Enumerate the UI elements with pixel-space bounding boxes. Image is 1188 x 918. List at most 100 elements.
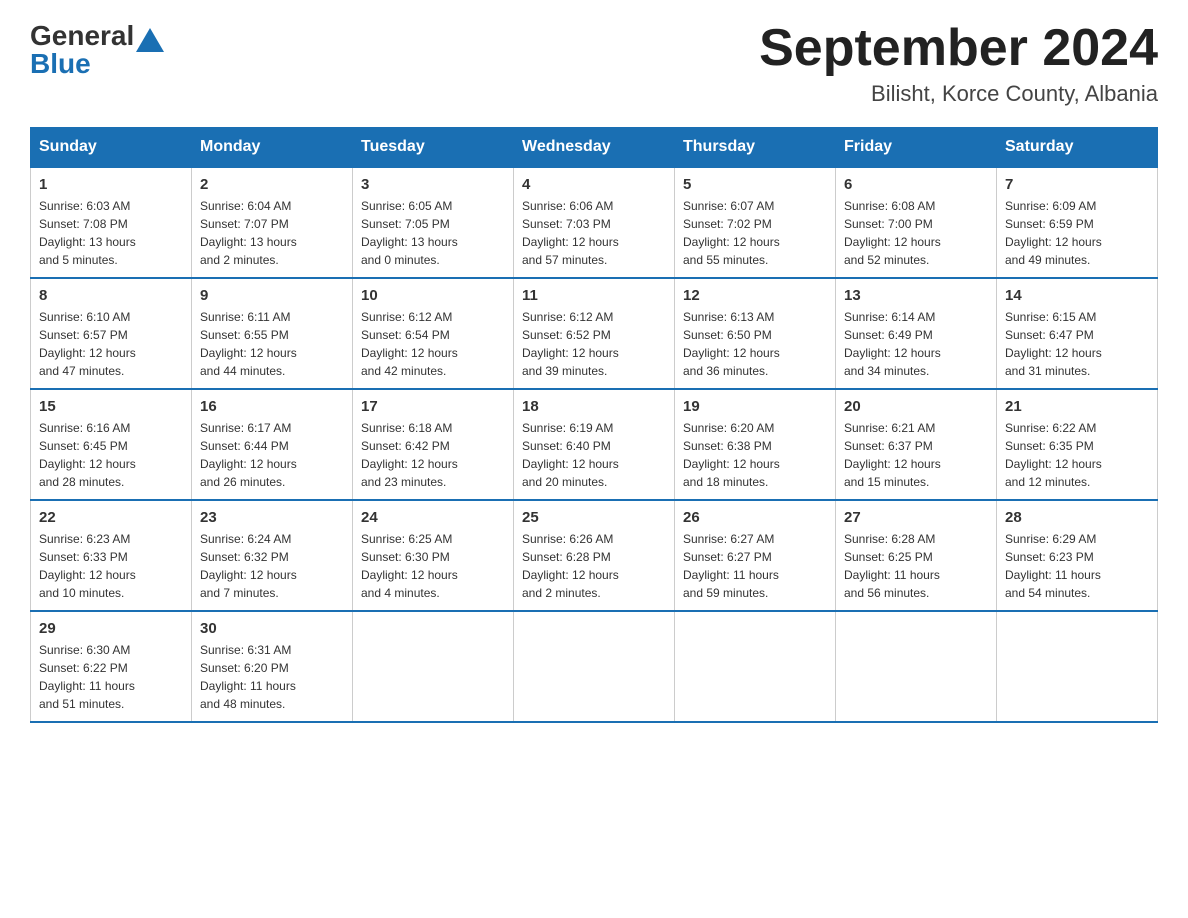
day-info: Sunrise: 6:18 AMSunset: 6:42 PMDaylight:… bbox=[361, 421, 458, 489]
day-number: 23 bbox=[200, 509, 344, 526]
day-info: Sunrise: 6:23 AMSunset: 6:33 PMDaylight:… bbox=[39, 532, 136, 600]
day-number: 2 bbox=[200, 176, 344, 193]
day-info: Sunrise: 6:06 AMSunset: 7:03 PMDaylight:… bbox=[522, 199, 619, 267]
calendar-header-row: SundayMondayTuesdayWednesdayThursdayFrid… bbox=[31, 128, 1158, 168]
day-number: 15 bbox=[39, 398, 183, 415]
day-number: 30 bbox=[200, 620, 344, 637]
calendar-day-cell: 27 Sunrise: 6:28 AMSunset: 6:25 PMDaylig… bbox=[836, 500, 997, 611]
calendar-day-cell: 22 Sunrise: 6:23 AMSunset: 6:33 PMDaylig… bbox=[31, 500, 192, 611]
calendar-day-cell: 11 Sunrise: 6:12 AMSunset: 6:52 PMDaylig… bbox=[514, 278, 675, 389]
calendar-day-cell: 17 Sunrise: 6:18 AMSunset: 6:42 PMDaylig… bbox=[353, 389, 514, 500]
calendar-day-cell: 2 Sunrise: 6:04 AMSunset: 7:07 PMDayligh… bbox=[192, 167, 353, 278]
day-info: Sunrise: 6:20 AMSunset: 6:38 PMDaylight:… bbox=[683, 421, 780, 489]
calendar-day-cell: 18 Sunrise: 6:19 AMSunset: 6:40 PMDaylig… bbox=[514, 389, 675, 500]
day-number: 16 bbox=[200, 398, 344, 415]
day-number: 21 bbox=[1005, 398, 1149, 415]
day-number: 11 bbox=[522, 287, 666, 304]
day-number: 6 bbox=[844, 176, 988, 193]
day-info: Sunrise: 6:25 AMSunset: 6:30 PMDaylight:… bbox=[361, 532, 458, 600]
day-number: 18 bbox=[522, 398, 666, 415]
calendar-week-row: 1 Sunrise: 6:03 AMSunset: 7:08 PMDayligh… bbox=[31, 167, 1158, 278]
day-info: Sunrise: 6:12 AMSunset: 6:52 PMDaylight:… bbox=[522, 310, 619, 378]
calendar-col-header: Monday bbox=[192, 128, 353, 168]
day-number: 4 bbox=[522, 176, 666, 193]
calendar-day-cell: 5 Sunrise: 6:07 AMSunset: 7:02 PMDayligh… bbox=[675, 167, 836, 278]
day-number: 26 bbox=[683, 509, 827, 526]
day-info: Sunrise: 6:30 AMSunset: 6:22 PMDaylight:… bbox=[39, 643, 135, 711]
day-number: 27 bbox=[844, 509, 988, 526]
day-info: Sunrise: 6:21 AMSunset: 6:37 PMDaylight:… bbox=[844, 421, 941, 489]
calendar-day-cell: 16 Sunrise: 6:17 AMSunset: 6:44 PMDaylig… bbox=[192, 389, 353, 500]
logo-triangle-icon bbox=[136, 28, 164, 52]
day-number: 14 bbox=[1005, 287, 1149, 304]
calendar-day-cell: 29 Sunrise: 6:30 AMSunset: 6:22 PMDaylig… bbox=[31, 611, 192, 722]
calendar-day-cell: 30 Sunrise: 6:31 AMSunset: 6:20 PMDaylig… bbox=[192, 611, 353, 722]
calendar-table: SundayMondayTuesdayWednesdayThursdayFrid… bbox=[30, 127, 1158, 723]
calendar-day-cell: 19 Sunrise: 6:20 AMSunset: 6:38 PMDaylig… bbox=[675, 389, 836, 500]
calendar-title: September 2024 bbox=[759, 20, 1158, 77]
day-info: Sunrise: 6:03 AMSunset: 7:08 PMDaylight:… bbox=[39, 199, 136, 267]
calendar-col-header: Sunday bbox=[31, 128, 192, 168]
calendar-day-cell: 9 Sunrise: 6:11 AMSunset: 6:55 PMDayligh… bbox=[192, 278, 353, 389]
logo-blue-text: Blue bbox=[30, 48, 91, 80]
day-number: 22 bbox=[39, 509, 183, 526]
calendar-day-cell: 6 Sunrise: 6:08 AMSunset: 7:00 PMDayligh… bbox=[836, 167, 997, 278]
calendar-day-cell bbox=[836, 611, 997, 722]
calendar-week-row: 8 Sunrise: 6:10 AMSunset: 6:57 PMDayligh… bbox=[31, 278, 1158, 389]
calendar-day-cell: 3 Sunrise: 6:05 AMSunset: 7:05 PMDayligh… bbox=[353, 167, 514, 278]
day-info: Sunrise: 6:27 AMSunset: 6:27 PMDaylight:… bbox=[683, 532, 779, 600]
calendar-col-header: Tuesday bbox=[353, 128, 514, 168]
day-info: Sunrise: 6:05 AMSunset: 7:05 PMDaylight:… bbox=[361, 199, 458, 267]
calendar-col-header: Wednesday bbox=[514, 128, 675, 168]
day-info: Sunrise: 6:13 AMSunset: 6:50 PMDaylight:… bbox=[683, 310, 780, 378]
calendar-day-cell bbox=[514, 611, 675, 722]
calendar-day-cell: 7 Sunrise: 6:09 AMSunset: 6:59 PMDayligh… bbox=[997, 167, 1158, 278]
calendar-week-row: 29 Sunrise: 6:30 AMSunset: 6:22 PMDaylig… bbox=[31, 611, 1158, 722]
day-info: Sunrise: 6:31 AMSunset: 6:20 PMDaylight:… bbox=[200, 643, 296, 711]
day-info: Sunrise: 6:12 AMSunset: 6:54 PMDaylight:… bbox=[361, 310, 458, 378]
calendar-day-cell: 20 Sunrise: 6:21 AMSunset: 6:37 PMDaylig… bbox=[836, 389, 997, 500]
calendar-day-cell: 26 Sunrise: 6:27 AMSunset: 6:27 PMDaylig… bbox=[675, 500, 836, 611]
calendar-day-cell: 10 Sunrise: 6:12 AMSunset: 6:54 PMDaylig… bbox=[353, 278, 514, 389]
logo: General Blue bbox=[30, 20, 166, 80]
calendar-day-cell: 25 Sunrise: 6:26 AMSunset: 6:28 PMDaylig… bbox=[514, 500, 675, 611]
calendar-day-cell bbox=[997, 611, 1158, 722]
calendar-col-header: Saturday bbox=[997, 128, 1158, 168]
calendar-day-cell bbox=[353, 611, 514, 722]
calendar-col-header: Thursday bbox=[675, 128, 836, 168]
day-info: Sunrise: 6:19 AMSunset: 6:40 PMDaylight:… bbox=[522, 421, 619, 489]
day-info: Sunrise: 6:16 AMSunset: 6:45 PMDaylight:… bbox=[39, 421, 136, 489]
calendar-week-row: 15 Sunrise: 6:16 AMSunset: 6:45 PMDaylig… bbox=[31, 389, 1158, 500]
day-number: 1 bbox=[39, 176, 183, 193]
day-number: 12 bbox=[683, 287, 827, 304]
calendar-week-row: 22 Sunrise: 6:23 AMSunset: 6:33 PMDaylig… bbox=[31, 500, 1158, 611]
calendar-day-cell: 21 Sunrise: 6:22 AMSunset: 6:35 PMDaylig… bbox=[997, 389, 1158, 500]
day-info: Sunrise: 6:15 AMSunset: 6:47 PMDaylight:… bbox=[1005, 310, 1102, 378]
day-info: Sunrise: 6:04 AMSunset: 7:07 PMDaylight:… bbox=[200, 199, 297, 267]
day-info: Sunrise: 6:26 AMSunset: 6:28 PMDaylight:… bbox=[522, 532, 619, 600]
day-number: 29 bbox=[39, 620, 183, 637]
day-info: Sunrise: 6:09 AMSunset: 6:59 PMDaylight:… bbox=[1005, 199, 1102, 267]
calendar-day-cell: 1 Sunrise: 6:03 AMSunset: 7:08 PMDayligh… bbox=[31, 167, 192, 278]
day-number: 24 bbox=[361, 509, 505, 526]
page-header: General Blue September 2024 Bilisht, Kor… bbox=[30, 20, 1158, 107]
day-info: Sunrise: 6:14 AMSunset: 6:49 PMDaylight:… bbox=[844, 310, 941, 378]
calendar-day-cell: 14 Sunrise: 6:15 AMSunset: 6:47 PMDaylig… bbox=[997, 278, 1158, 389]
day-number: 28 bbox=[1005, 509, 1149, 526]
day-number: 9 bbox=[200, 287, 344, 304]
day-number: 19 bbox=[683, 398, 827, 415]
calendar-day-cell: 4 Sunrise: 6:06 AMSunset: 7:03 PMDayligh… bbox=[514, 167, 675, 278]
title-block: September 2024 Bilisht, Korce County, Al… bbox=[759, 20, 1158, 107]
calendar-day-cell bbox=[675, 611, 836, 722]
day-info: Sunrise: 6:07 AMSunset: 7:02 PMDaylight:… bbox=[683, 199, 780, 267]
calendar-day-cell: 28 Sunrise: 6:29 AMSunset: 6:23 PMDaylig… bbox=[997, 500, 1158, 611]
day-info: Sunrise: 6:10 AMSunset: 6:57 PMDaylight:… bbox=[39, 310, 136, 378]
day-number: 20 bbox=[844, 398, 988, 415]
day-number: 3 bbox=[361, 176, 505, 193]
calendar-day-cell: 8 Sunrise: 6:10 AMSunset: 6:57 PMDayligh… bbox=[31, 278, 192, 389]
calendar-day-cell: 15 Sunrise: 6:16 AMSunset: 6:45 PMDaylig… bbox=[31, 389, 192, 500]
day-number: 10 bbox=[361, 287, 505, 304]
day-number: 7 bbox=[1005, 176, 1149, 193]
day-number: 25 bbox=[522, 509, 666, 526]
day-info: Sunrise: 6:08 AMSunset: 7:00 PMDaylight:… bbox=[844, 199, 941, 267]
